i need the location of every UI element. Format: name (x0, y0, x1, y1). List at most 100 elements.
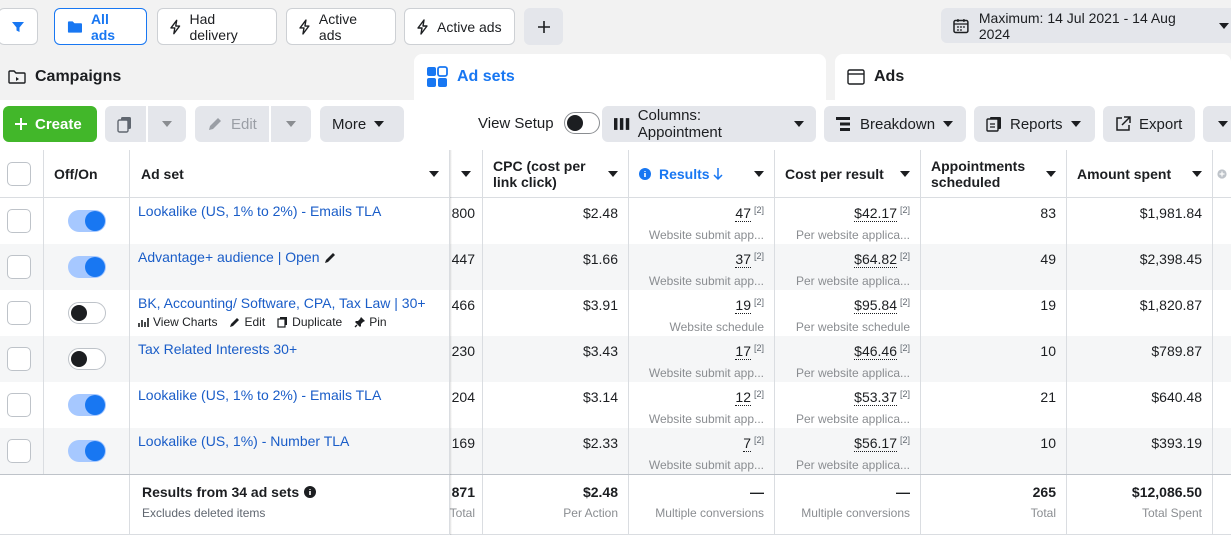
date-range-picker[interactable]: Maximum: 14 Jul 2021 - 14 Aug 2024 (941, 8, 1231, 43)
row-checkbox[interactable] (7, 209, 31, 233)
cpr-value-wrap: $42.17 [2] (854, 205, 910, 222)
results-subtext: Website submit app... (648, 412, 764, 426)
pin-action[interactable]: Pin (354, 315, 387, 329)
ad-set-name-link[interactable]: Lookalike (US, 1% to 2%) - Emails TLA (138, 387, 381, 403)
row-checkbox[interactable] (7, 393, 31, 417)
cost-per-result-header[interactable]: Cost per result (775, 150, 921, 198)
results-value[interactable]: 7 (743, 435, 751, 452)
row-checkbox[interactable] (7, 301, 31, 325)
results-subtext: Website submit app... (648, 366, 764, 380)
ad-set-toggle[interactable] (68, 440, 106, 462)
table-cell (1213, 428, 1231, 474)
table-cell: 169 (450, 428, 483, 474)
all-ads-filter[interactable]: All ads (54, 8, 147, 45)
results-value[interactable]: 12 (735, 389, 751, 406)
had-delivery-filter[interactable]: Had delivery (157, 8, 277, 45)
table-cell: $789.87 (1067, 336, 1213, 382)
table-cell: $42.17 [2] Per website applica... (775, 198, 921, 244)
filter-button[interactable] (0, 8, 38, 45)
table-cell: $1,820.87 (1067, 290, 1213, 336)
tab-campaigns[interactable]: Campaigns (8, 54, 121, 100)
ad-set-header[interactable]: Ad set (130, 150, 450, 198)
row-checkbox[interactable] (7, 439, 31, 463)
ad-set-name-link[interactable]: BK, Accounting/ Software, CPA, Tax Law |… (138, 295, 426, 311)
cpc-header[interactable]: CPC (cost per link click) (483, 150, 629, 198)
duplicate-action[interactable]: Duplicate (277, 315, 342, 329)
ad-set-toggle[interactable] (68, 210, 106, 232)
edit-action[interactable]: Edit (229, 315, 265, 329)
active-ads-filter-2[interactable]: Active ads (404, 8, 515, 45)
cpr-value[interactable]: $53.37 (854, 389, 897, 406)
row-checkbox[interactable] (7, 255, 31, 279)
results-value[interactable]: 37 (735, 251, 751, 268)
table-cell (1213, 198, 1231, 244)
amount-spent-header[interactable]: Amount spent (1067, 150, 1213, 198)
calendar-icon (953, 18, 969, 33)
add-column-header[interactable] (1213, 150, 1231, 198)
appointments-value: 83 (1040, 205, 1056, 221)
edit-button[interactable]: Edit (195, 106, 269, 142)
cpc-header-label: CPC (cost per link click) (493, 157, 586, 190)
breakdown-button[interactable]: Breakdown (824, 106, 966, 142)
cpr-value[interactable]: $46.46 (854, 343, 897, 360)
create-button[interactable]: Create (3, 106, 97, 142)
cpr-value[interactable]: $42.17 (854, 205, 897, 222)
breakdown-icon (836, 117, 850, 131)
results-header[interactable]: Results (629, 150, 775, 198)
reports-button[interactable]: Reports (974, 106, 1095, 142)
edit-dropdown[interactable] (271, 106, 311, 142)
info-icon[interactable] (304, 486, 317, 498)
duplicate-dropdown[interactable] (148, 106, 186, 142)
results-value-wrap: 12 [2] (735, 389, 764, 406)
amount-spent-value: $640.48 (1151, 389, 1202, 405)
cpr-footnote: [2] (899, 389, 910, 399)
summary-subtitle: Excludes deleted items (142, 506, 266, 520)
results-value[interactable]: 17 (735, 343, 751, 360)
results-footnote: [2] (753, 343, 764, 353)
appointments-header[interactable]: Appointments scheduled (921, 150, 1067, 198)
export-dropdown[interactable] (1203, 106, 1231, 142)
filter-bar: All ads Had delivery Active ads Active a… (0, 0, 1231, 54)
active-ads-filter[interactable]: Active ads (286, 8, 396, 45)
cpr-value[interactable]: $56.17 (854, 435, 897, 452)
columns-button[interactable]: Columns: Appointment (602, 106, 816, 142)
pencil-icon[interactable] (324, 251, 337, 264)
hidden-column-header[interactable] (450, 150, 483, 198)
cpc-value: $3.14 (582, 389, 618, 405)
ad-set-toggle[interactable] (68, 348, 106, 370)
table-cell (0, 336, 44, 382)
ad-set-toggle[interactable] (68, 302, 106, 324)
cpr-value[interactable]: $95.84 (854, 297, 897, 314)
lightning-icon (299, 18, 310, 35)
add-filter-button[interactable] (524, 8, 563, 45)
tab-ad-sets[interactable]: Ad sets (414, 54, 826, 100)
tab-ads[interactable]: Ads (835, 54, 1231, 100)
cpr-value[interactable]: $64.82 (854, 251, 897, 268)
ad-set-toggle[interactable] (68, 394, 106, 416)
results-value[interactable]: 47 (735, 205, 751, 222)
summary-results-value: — (750, 484, 764, 500)
row-checkbox[interactable] (7, 347, 31, 371)
summary-cell: $12,086.50 Total Spent (1067, 475, 1213, 534)
view-setup: View Setup (478, 112, 600, 134)
table-cell: 466 (450, 290, 483, 336)
off-on-header[interactable]: Off/On (44, 150, 130, 198)
view-setup-toggle[interactable] (563, 112, 600, 134)
view-charts-action[interactable]: View Charts (138, 315, 217, 329)
ad-set-toggle[interactable] (68, 256, 106, 278)
ad-set-name-link[interactable]: Lookalike (US, 1% to 2%) - Emails TLA (138, 203, 381, 219)
amount-spent-value: $789.87 (1151, 343, 1202, 359)
results-footnote: [2] (753, 297, 764, 307)
more-button[interactable]: More (320, 106, 404, 142)
ad-set-name-link[interactable]: Advantage+ audience | Open (138, 249, 320, 265)
export-icon (1116, 116, 1131, 131)
tab-campaigns-label: Campaigns (35, 68, 122, 85)
ad-set-name-cell: Advantage+ audience | Open (138, 249, 337, 265)
results-value[interactable]: 19 (735, 297, 751, 314)
ad-set-name-link[interactable]: Lookalike (US, 1%) - Number TLA (138, 433, 349, 449)
select-all-checkbox[interactable] (7, 162, 31, 186)
truncated-value: 800 (451, 205, 475, 221)
duplicate-button[interactable] (105, 106, 146, 142)
export-button[interactable]: Export (1103, 106, 1195, 142)
ad-set-name-link[interactable]: Tax Related Interests 30+ (138, 341, 297, 357)
